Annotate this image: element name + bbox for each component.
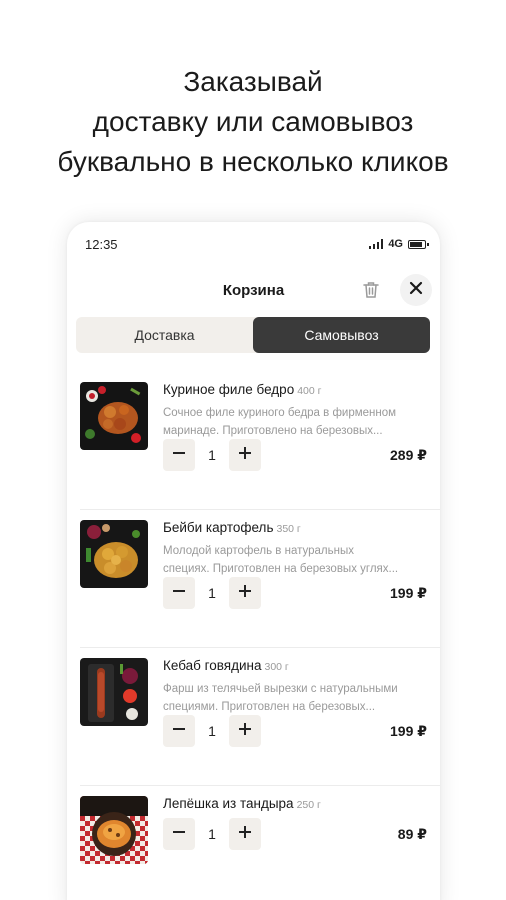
cart-item: Лепёшка из тандыра 250 г 1 89 ₽: [80, 786, 440, 900]
product-image[interactable]: [80, 520, 148, 588]
quantity-stepper: 1 199 ₽: [163, 714, 427, 748]
item-price: 199 ₽: [390, 722, 427, 739]
product-image[interactable]: [80, 796, 148, 864]
promo-headline: Заказывай доставку или самовывоз букваль…: [0, 62, 506, 182]
minus-icon: [172, 446, 186, 465]
minus-icon: [172, 584, 186, 603]
product-image[interactable]: [80, 382, 148, 450]
item-price: 289 ₽: [390, 446, 427, 463]
product-description: Сочное филе куриного бедра в фирменном м…: [163, 404, 432, 440]
tab-delivery[interactable]: Доставка: [76, 317, 253, 353]
product-description: Фарш из телячьей вырезки с натуральными …: [163, 680, 432, 716]
product-weight: 300 г: [264, 661, 289, 673]
decrease-button[interactable]: [163, 577, 195, 609]
quantity-stepper: 1 289 ₽: [163, 438, 427, 472]
product-description: Молодой картофель в натуральных специях.…: [163, 542, 432, 578]
cart-list: Куриное филе бедро 400 г Сочное филе кури…: [67, 372, 440, 900]
close-button[interactable]: [400, 274, 432, 306]
decrease-button[interactable]: [163, 439, 195, 471]
signal-icon: [368, 239, 384, 249]
page-title: Корзина: [222, 282, 285, 299]
product-name[interactable]: Кебаб говядина: [163, 658, 261, 673]
cart-item: Кебаб говядина 300 г Фарш из телячьей выр…: [80, 648, 440, 786]
description-line: Сочное филе куриного бедра в фирменном: [163, 407, 397, 419]
item-price: 199 ₽: [390, 584, 427, 601]
increase-button[interactable]: [229, 439, 261, 471]
close-icon: [409, 281, 423, 300]
minus-icon: [172, 722, 186, 741]
product-weight: 250 г: [296, 799, 321, 811]
plus-icon: [238, 722, 252, 741]
item-price: 89 ₽: [397, 825, 427, 842]
plus-icon: [238, 825, 252, 844]
battery-icon: [408, 239, 429, 249]
plus-icon: [238, 446, 252, 465]
description-line: Фарш из телячьей вырезки с натуральными: [163, 683, 398, 695]
promo-line: доставку или самовывоз: [92, 106, 414, 137]
product-name[interactable]: Лепёшка из тандыра: [163, 796, 294, 811]
increase-button[interactable]: [229, 818, 261, 850]
promo-line: Заказывай: [183, 66, 323, 97]
quantity-value: 1: [208, 447, 216, 463]
product-name[interactable]: Куриное филе бедро: [163, 382, 294, 397]
decrease-button[interactable]: [163, 818, 195, 850]
quantity-value: 1: [208, 585, 216, 601]
plus-icon: [238, 584, 252, 603]
promo-line: буквально в несколько кликов: [57, 146, 449, 177]
status-time: 12:35: [85, 236, 118, 252]
cart-header: Корзина: [67, 270, 440, 310]
decrease-button[interactable]: [163, 715, 195, 747]
product-weight: 400 г: [297, 385, 322, 397]
tab-pickup[interactable]: Самовывоз: [253, 317, 430, 353]
product-image[interactable]: [80, 658, 148, 726]
description-line: Молодой картофель в натуральных: [163, 545, 354, 557]
increase-button[interactable]: [229, 577, 261, 609]
cart-item: Бейби картофель 350 г Молодой картофель в…: [80, 510, 440, 648]
product-weight: 350 г: [276, 523, 301, 535]
quantity-stepper: 1 199 ₽: [163, 576, 427, 610]
phone-frame: 12:35 4G Корзина Доставка Самовывоз Кури…: [67, 222, 440, 900]
increase-button[interactable]: [229, 715, 261, 747]
status-bar: 12:35 4G: [85, 234, 429, 254]
delivery-mode-toggle: Доставка Самовывоз: [76, 317, 430, 353]
network-label: 4G: [388, 238, 403, 250]
quantity-stepper: 1 89 ₽: [163, 817, 427, 851]
cart-item: Куриное филе бедро 400 г Сочное филе кури…: [80, 372, 440, 510]
product-name[interactable]: Бейби картофель: [163, 520, 273, 535]
quantity-value: 1: [208, 723, 216, 739]
quantity-value: 1: [208, 826, 216, 842]
trash-icon[interactable]: [359, 278, 383, 302]
minus-icon: [172, 825, 186, 844]
